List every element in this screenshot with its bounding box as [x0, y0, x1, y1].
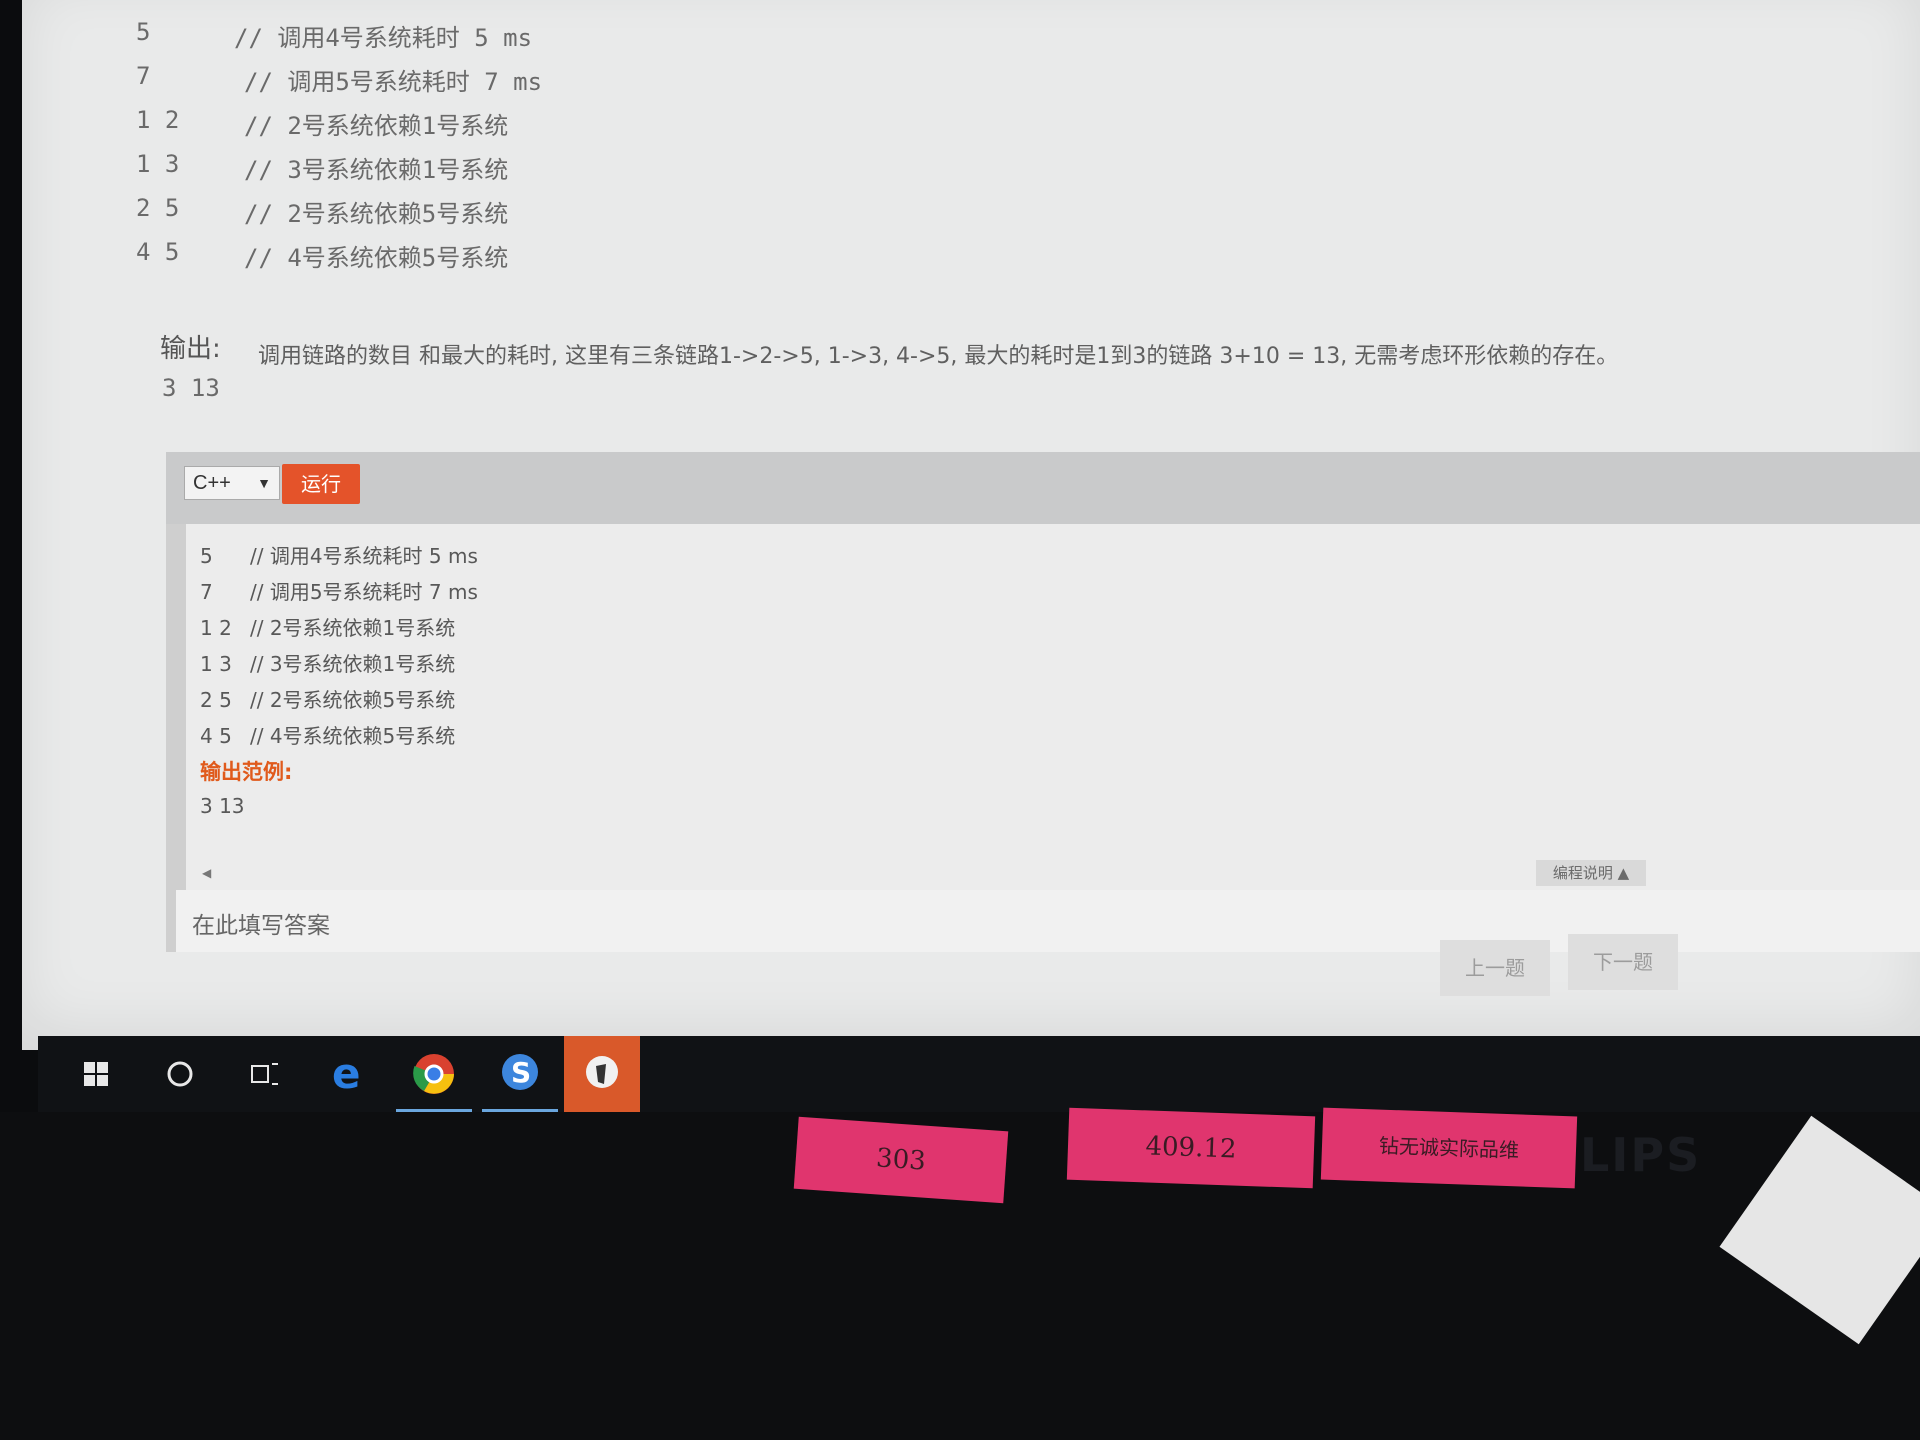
code-panel: C++ ▼ 运行 5// 调用4号系统耗时 5 ms 7// 调用5号系统耗时 … [166, 452, 1920, 952]
sticky-note: 303 [793, 1116, 1009, 1204]
next-question-button[interactable]: 下一题 [1568, 934, 1678, 990]
output-label: 输出: [160, 334, 221, 364]
answer-placeholder: 在此填写答案 [192, 913, 330, 939]
taskbar: e S [38, 1036, 1920, 1112]
cortana-icon[interactable] [142, 1036, 218, 1112]
help-tab[interactable]: 编程说明 ▲ [1536, 860, 1646, 886]
svg-text:e: e [332, 1049, 361, 1098]
app-icon[interactable] [564, 1036, 640, 1112]
editor-toolbar: C++ ▼ 运行 [166, 452, 1920, 524]
output-description: 调用链路的数目 和最大的耗时, 这里有三条链路1->2->5, 1->3, 4-… [258, 344, 1619, 369]
sticky-note: 钻无诚实际品维 [1320, 1107, 1578, 1189]
run-button[interactable]: 运行 [282, 464, 360, 504]
example-line: 5// 调用4号系统耗时 5 ms [200, 544, 478, 568]
language-select[interactable]: C++ ▼ [184, 466, 280, 500]
example-line: 4 5// 4号系统依赖5号系统 [200, 724, 456, 748]
chrome-icon[interactable] [396, 1036, 472, 1112]
svg-text:S: S [511, 1056, 531, 1089]
example-output-value: 3 13 [200, 794, 245, 818]
example-line: 2 5// 2号系统依赖5号系统 [200, 688, 456, 712]
output-value: 3 13 [162, 374, 220, 402]
example-line: 1 3// 3号系统依赖1号系统 [200, 652, 456, 676]
edge-icon[interactable]: e [310, 1036, 386, 1112]
prev-question-button[interactable]: 上一题 [1440, 940, 1550, 996]
scroll-left-icon[interactable]: ◀ [202, 866, 211, 880]
example-output-title: 输出范例: [200, 760, 293, 784]
sticky-note: 409.12 [1066, 1107, 1316, 1189]
monitor-brand: LIPS [1580, 1128, 1702, 1182]
example-line: 1 2// 2号系统依赖1号系统 [200, 616, 456, 640]
language-value: C++ [193, 472, 231, 494]
example-area: 5// 调用4号系统耗时 5 ms 7// 调用5号系统耗时 7 ms 1 2/… [186, 524, 1920, 904]
sogou-icon[interactable]: S [482, 1036, 558, 1112]
example-line: 7// 调用5号系统耗时 7 ms [200, 580, 478, 604]
chevron-down-icon: ▼ [257, 475, 271, 491]
windows-icon[interactable] [58, 1036, 134, 1112]
monitor-screen: 5 // 调用4号系统耗时 5 ms 7 // 调用5号系统耗时 7 ms 1 … [22, 0, 1920, 1050]
task-view-icon[interactable] [226, 1036, 302, 1112]
